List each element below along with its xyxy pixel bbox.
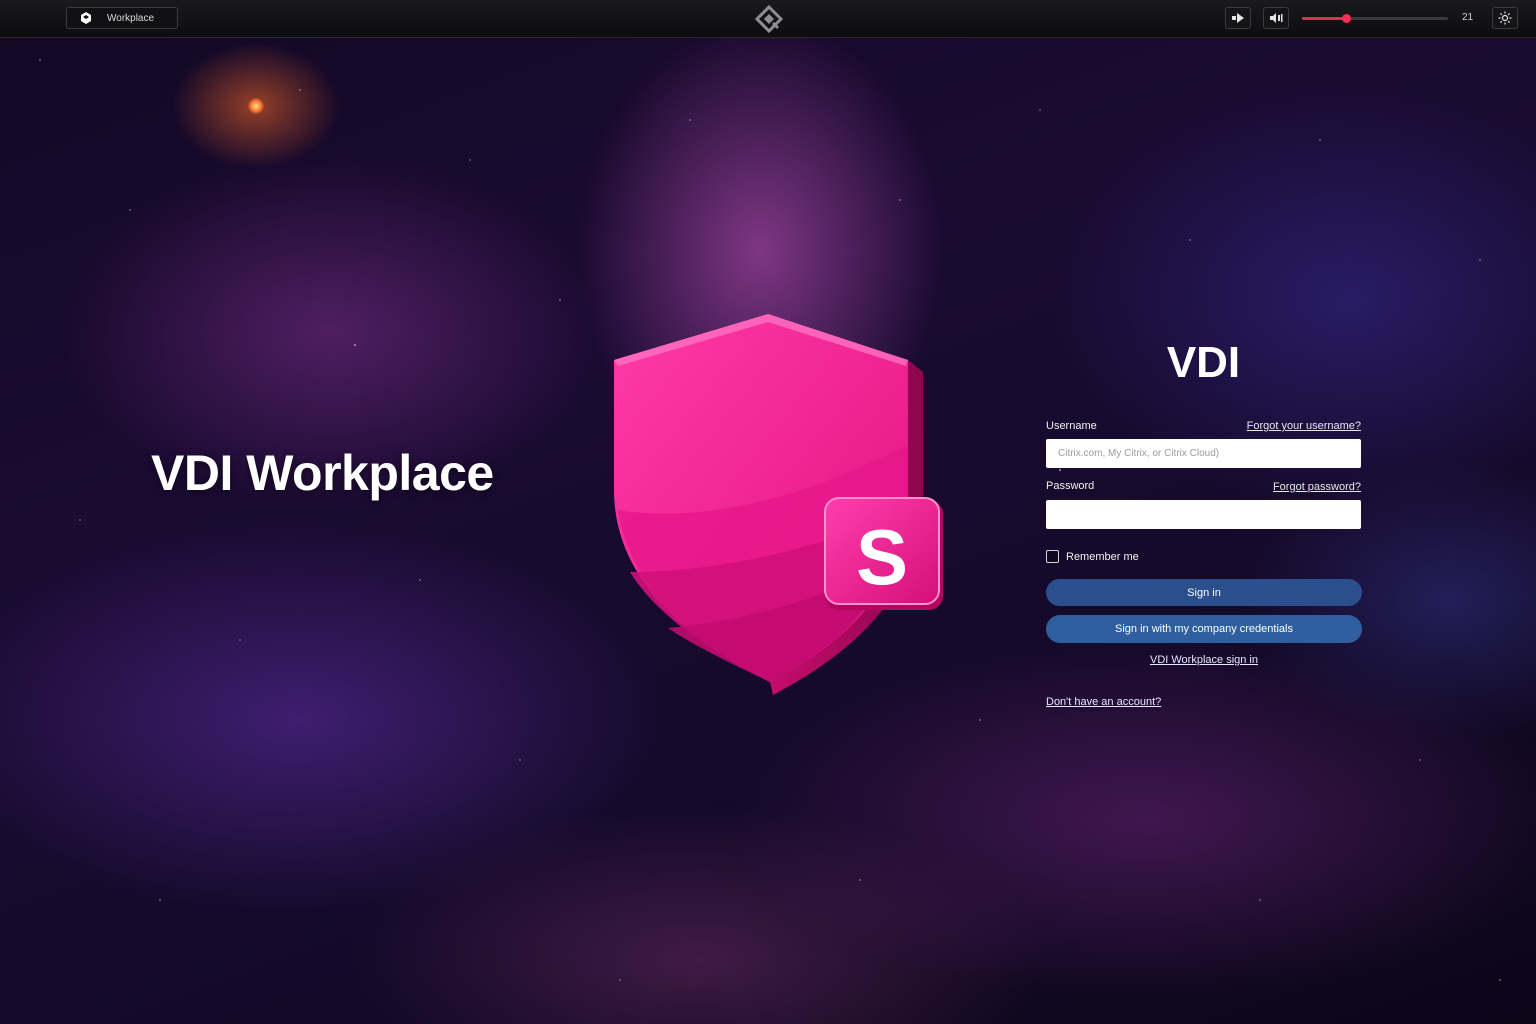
counter-readout: 21 bbox=[1462, 12, 1474, 23]
remember-me-row[interactable]: Remember me bbox=[1046, 550, 1139, 563]
sign-in-button[interactable]: Sign in bbox=[1046, 579, 1362, 606]
forward-button[interactable] bbox=[1225, 7, 1251, 29]
forgot-username-link[interactable]: Forgot your username? bbox=[1247, 420, 1361, 432]
badge-letter: S bbox=[856, 513, 908, 601]
username-input[interactable] bbox=[1046, 439, 1361, 468]
workplace-sign-in-link[interactable]: VDI Workplace sign in bbox=[1046, 654, 1362, 666]
remember-me-label: Remember me bbox=[1066, 550, 1139, 563]
workplace-tab[interactable]: Workplace bbox=[66, 7, 178, 29]
volume-slider-thumb[interactable] bbox=[1341, 14, 1351, 23]
volume-slider-fill bbox=[1302, 17, 1346, 20]
remember-me-checkbox[interactable] bbox=[1046, 550, 1059, 563]
hero-title: VDI Workplace bbox=[151, 445, 494, 501]
volume-slider[interactable] bbox=[1302, 14, 1448, 23]
password-label: Password bbox=[1046, 480, 1095, 492]
forgot-password-link[interactable]: Forgot password? bbox=[1273, 481, 1361, 493]
username-label: Username bbox=[1046, 420, 1097, 432]
audio-icon bbox=[1270, 13, 1283, 23]
company-sign-in-button[interactable]: Sign in with my company credentials bbox=[1046, 615, 1362, 643]
top-toolbar: Workplace 21 bbox=[0, 0, 1536, 38]
login-title: VDI bbox=[1166, 338, 1241, 387]
center-logo-icon bbox=[754, 5, 784, 33]
password-input[interactable] bbox=[1046, 500, 1361, 529]
forward-icon bbox=[1232, 13, 1244, 23]
shield-logo: S bbox=[614, 314, 943, 695]
workplace-tab-label: Workplace bbox=[107, 12, 155, 24]
settings-button[interactable] bbox=[1492, 7, 1518, 29]
no-account-link[interactable]: Don't have an account? bbox=[1046, 696, 1161, 708]
app-logo-icon bbox=[81, 12, 91, 24]
brightness-icon bbox=[1498, 11, 1512, 25]
glowing-star bbox=[248, 98, 264, 114]
audio-button[interactable] bbox=[1263, 7, 1289, 29]
